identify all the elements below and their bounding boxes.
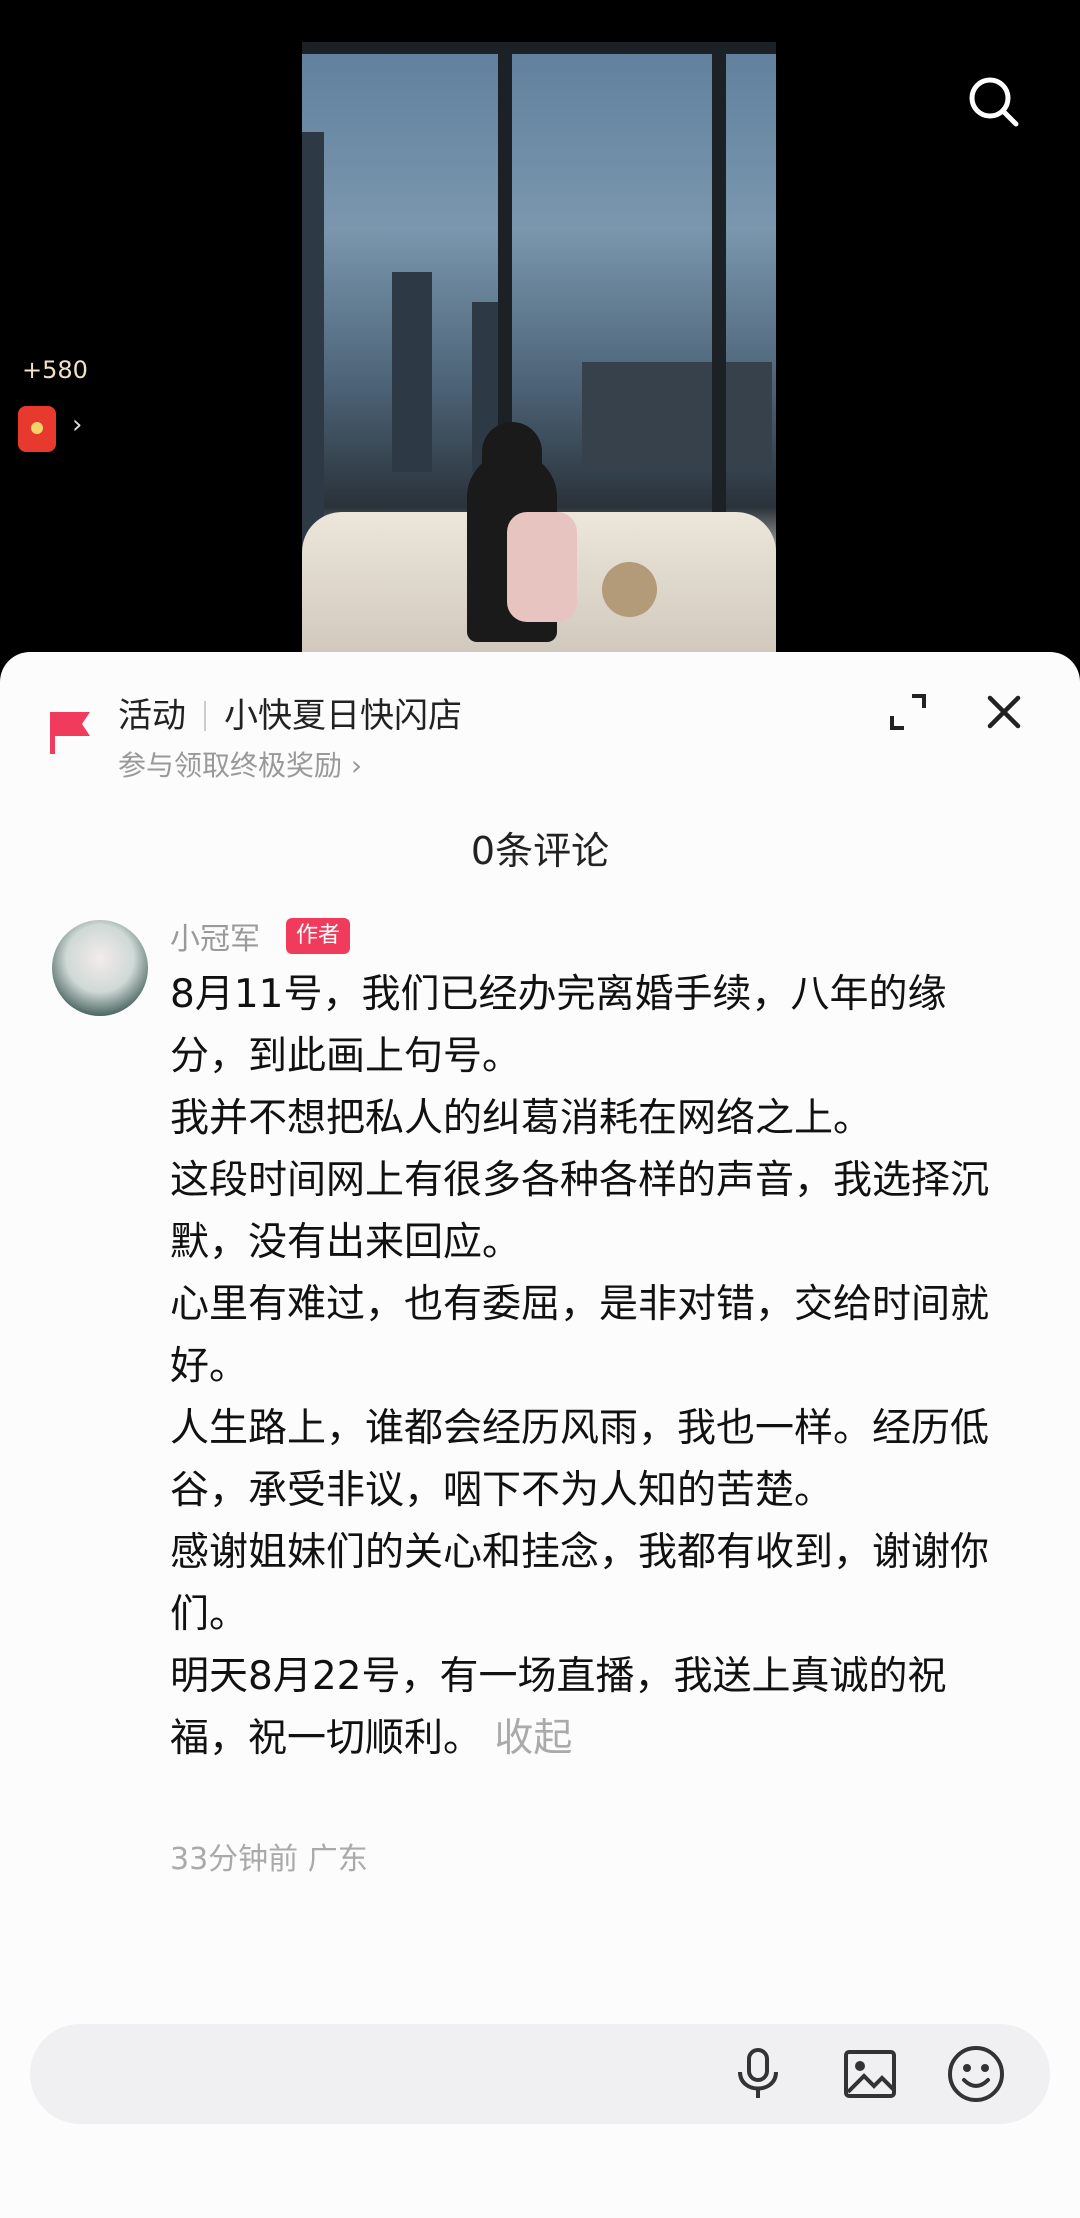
- red-packet-icon: [18, 406, 56, 452]
- comment-username[interactable]: 小冠军: [170, 914, 260, 958]
- comment-paragraph: 我并不想把私人的纠葛消耗在网络之上。: [170, 1096, 873, 1141]
- comment-paragraph: 感谢姐妹们的关心和挂念，我都有收到，谢谢你们。: [170, 1530, 990, 1637]
- comment-meta: 33分钟前 广东: [170, 1842, 368, 1877]
- comment-paragraph: 心里有难过，也有委屈，是非对错，交给时间就好。: [170, 1282, 990, 1389]
- comment-paragraph: 人生路上，谁都会经历风雨，我也一样。经历低谷，承受非议，咽下不为人知的苦楚。: [170, 1406, 990, 1513]
- activity-tag: 活动: [118, 696, 186, 736]
- collapse-link[interactable]: 收起: [494, 1716, 572, 1761]
- comment-input[interactable]: [30, 2024, 1050, 2124]
- video-frame[interactable]: [302, 42, 776, 662]
- search-icon[interactable]: [966, 74, 1020, 128]
- activity-banner[interactable]: 活动 小快夏日快闪店: [118, 688, 462, 737]
- expand-icon[interactable]: [888, 692, 928, 732]
- image-icon[interactable]: [842, 2046, 898, 2102]
- mic-icon[interactable]: [730, 2046, 786, 2102]
- chevron-right-icon: ›: [72, 410, 83, 440]
- coin-amount: +580: [22, 356, 88, 384]
- divider: [204, 701, 206, 731]
- flag-icon: [48, 708, 92, 756]
- emoji-icon[interactable]: [946, 2044, 1006, 2104]
- coin-reward-widget[interactable]: +580 ›: [0, 350, 110, 470]
- comment-paragraph: 这段时间网上有很多各种各样的声音，我选择沉默，没有出来回应。: [170, 1158, 990, 1265]
- activity-name: 小快夏日快闪店: [224, 696, 462, 736]
- comment-paragraph: 8月11号，我们已经办完离婚手续，八年的缘分，到此画上句号。: [170, 972, 947, 1079]
- avatar[interactable]: [52, 920, 148, 1016]
- activity-subtitle[interactable]: 参与领取终极奖励 ›: [118, 744, 362, 784]
- comment-count: 0条评论: [470, 829, 610, 873]
- comment-sheet: 活动 小快夏日快闪店 参与领取终极奖励 › 0条评论 小冠军 作者 8月11号，我…: [0, 652, 1080, 2218]
- author-badge: 作者: [286, 918, 351, 954]
- close-icon[interactable]: [984, 692, 1024, 732]
- dog: [602, 562, 657, 617]
- comment-paragraph: 明天8月22号，有一场直播，我送上真诚的祝福，祝一切顺利。 收起: [170, 1646, 1020, 1770]
- comment-text[interactable]: 8月11号，我们已经办完离婚手续，八年的缘分，到此画上句号。 我并不想把私人的纠…: [170, 964, 1020, 1770]
